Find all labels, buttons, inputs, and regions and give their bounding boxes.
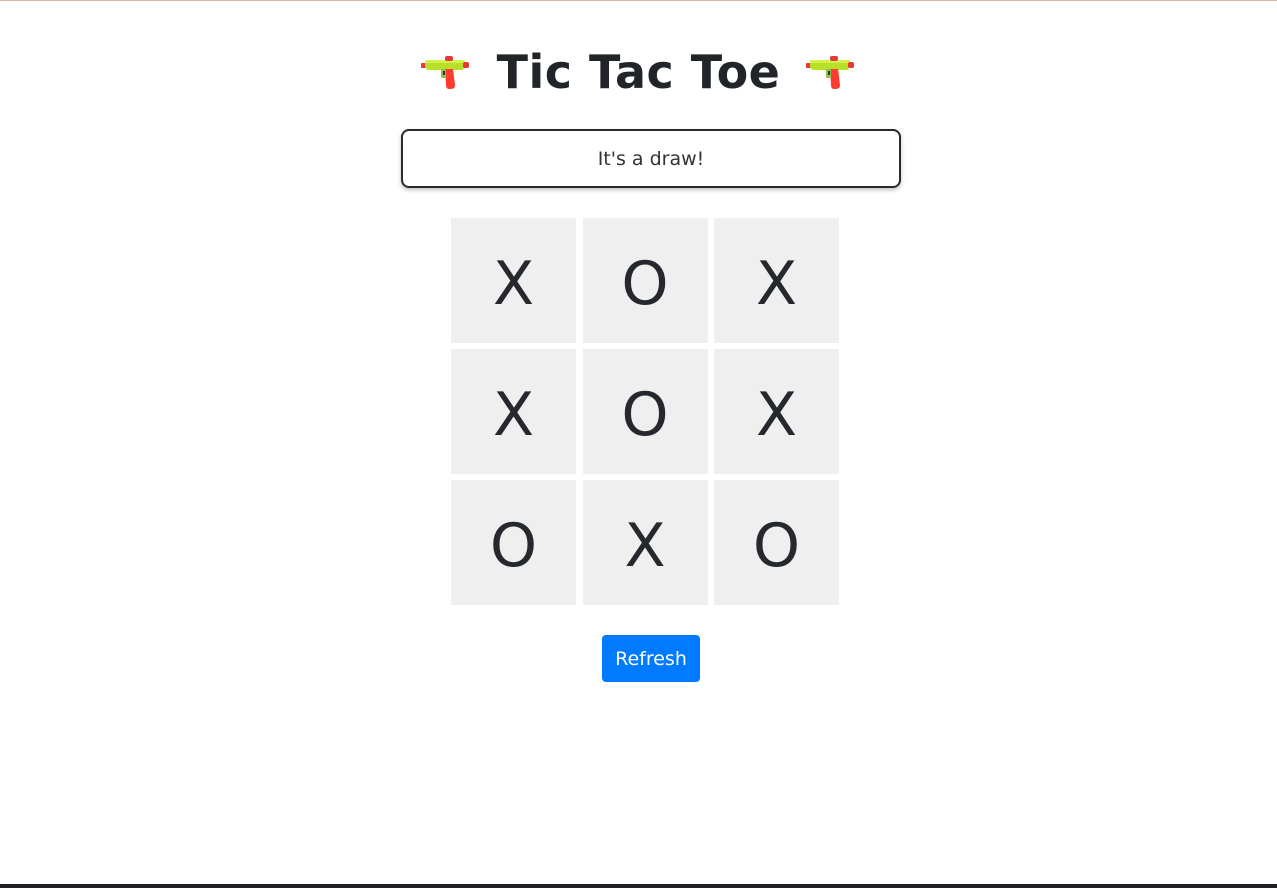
board-cell-4[interactable]: X <box>451 349 576 474</box>
header: Tic Tac Toe <box>0 36 1277 108</box>
page-title: Tic Tac Toe <box>496 45 781 99</box>
board-cell-5[interactable]: O <box>582 349 708 474</box>
board-cell-3[interactable]: X <box>714 218 839 343</box>
water-pistol-icon <box>419 52 473 92</box>
bottom-border <box>0 884 1277 888</box>
board-cell-7[interactable]: O <box>451 480 576 605</box>
game-status: It's a draw! <box>401 129 901 188</box>
board-cell-2[interactable]: O <box>582 218 708 343</box>
board-cell-9[interactable]: O <box>714 480 839 605</box>
game-board: X O X X O X O X O <box>451 218 839 605</box>
water-pistol-icon <box>804 52 858 92</box>
board-cell-6[interactable]: X <box>714 349 839 474</box>
board-cell-8[interactable]: X <box>582 480 708 605</box>
board-cell-1[interactable]: X <box>451 218 576 343</box>
refresh-button[interactable]: Refresh <box>602 635 700 682</box>
top-border <box>0 0 1277 1</box>
